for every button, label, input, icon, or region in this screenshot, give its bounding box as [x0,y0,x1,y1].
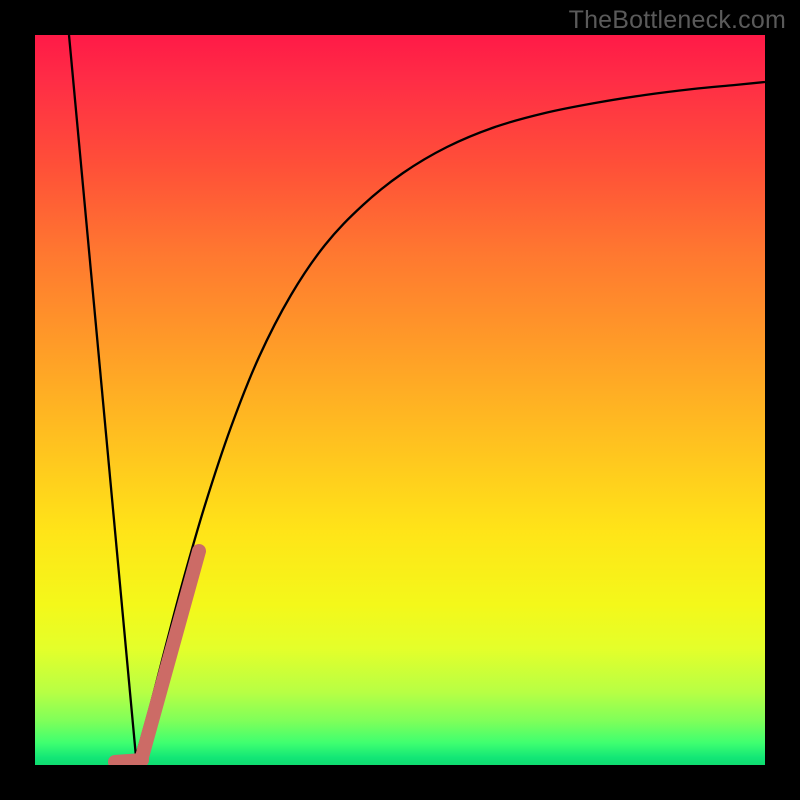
curve-left-descent [69,35,136,757]
chart-plot-area [35,35,765,765]
highlight-segment [142,551,199,757]
watermark-text: TheBottleneck.com [569,6,786,35]
curve-right [136,82,765,757]
highlight-base [115,760,142,762]
chart-svg [35,35,765,765]
